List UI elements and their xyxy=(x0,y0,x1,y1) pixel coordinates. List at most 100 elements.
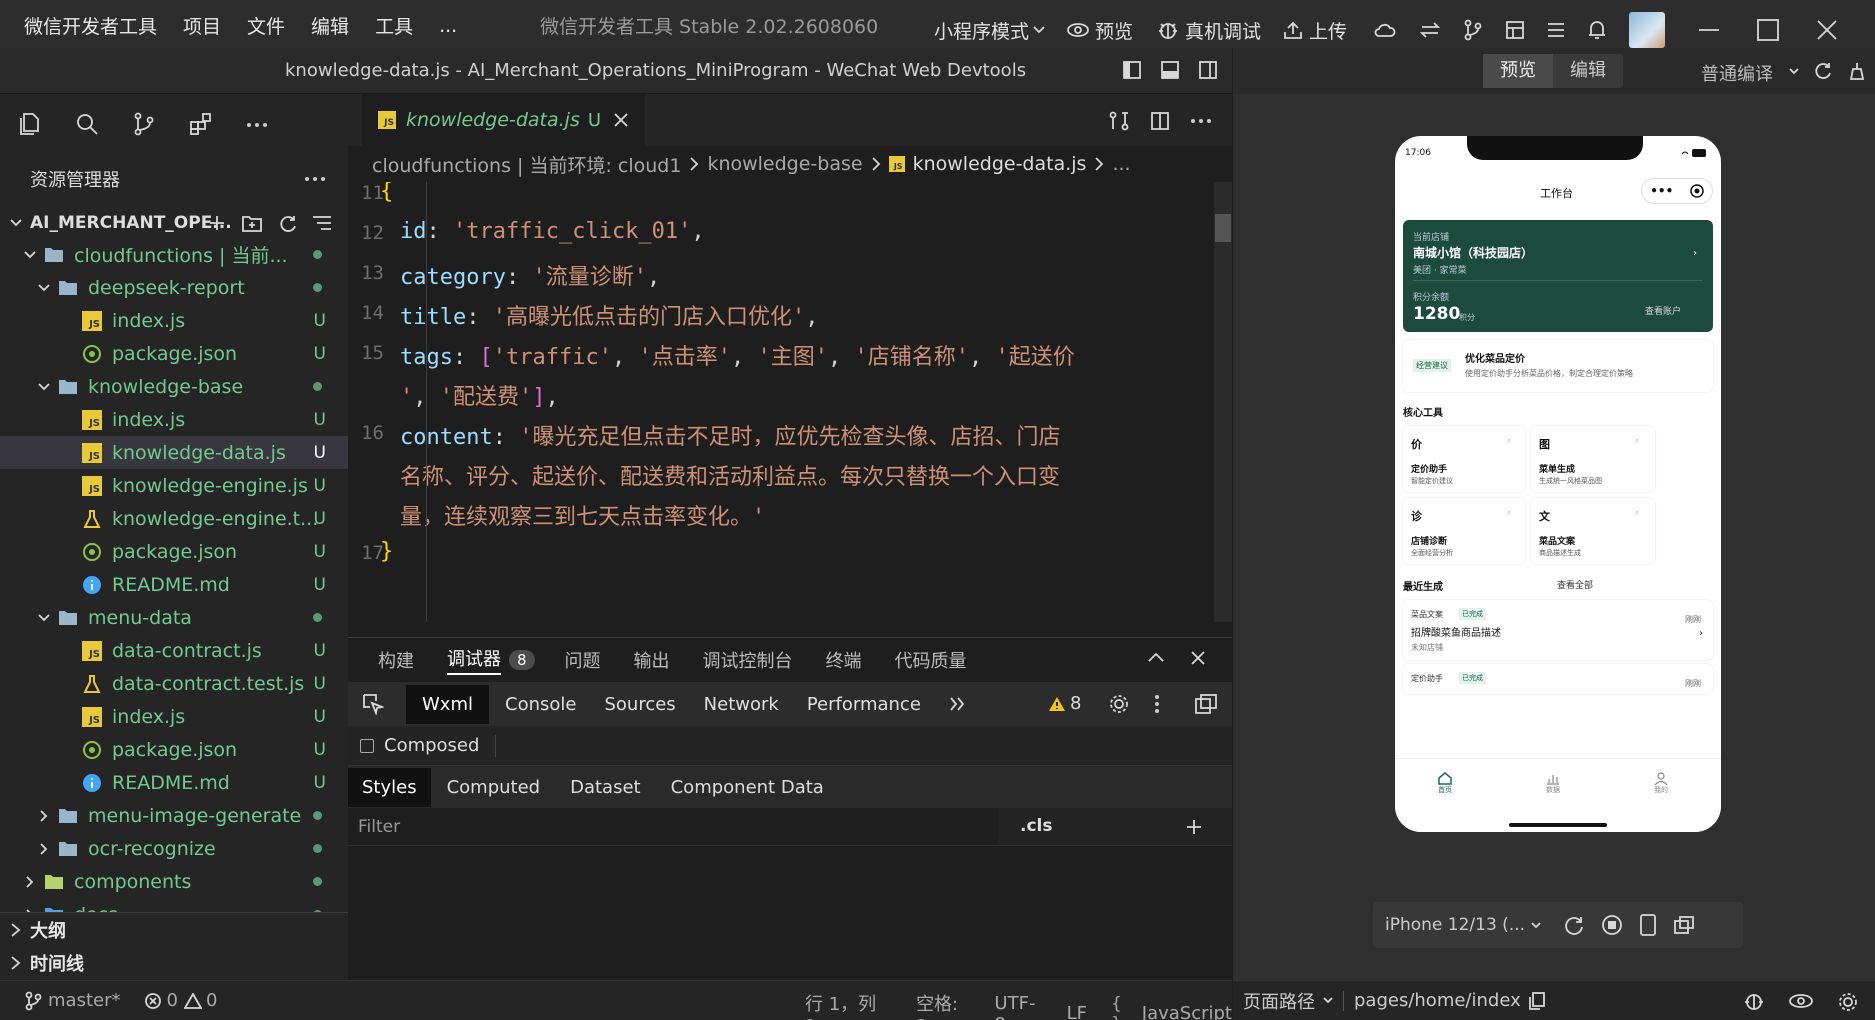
tree-item[interactable]: package.json U xyxy=(0,535,348,568)
panel-tab-debug-console[interactable]: 调试控制台 xyxy=(703,647,793,673)
bell-icon[interactable] xyxy=(1587,19,1607,41)
menu-more[interactable]: ... xyxy=(439,15,457,37)
toggle-simulator-icon[interactable] xyxy=(1198,60,1218,80)
inspect-element-icon[interactable] xyxy=(362,693,384,715)
tree-item[interactable]: package.json U xyxy=(0,337,348,370)
tool-card[interactable]: 诊 › 店铺诊断 全面经营分析 xyxy=(1403,498,1525,564)
filter-input[interactable]: Filter xyxy=(358,817,400,837)
tool-card[interactable]: 图 › 菜单生成 生成统一风格菜品图 xyxy=(1531,426,1655,492)
close-icon[interactable] xyxy=(1190,650,1206,666)
layout-icon[interactable] xyxy=(1505,20,1525,40)
panel-tab-code-quality[interactable]: 代码质量 xyxy=(895,647,967,673)
view-all-link[interactable]: 查看全部 xyxy=(1557,578,1593,591)
new-file-icon[interactable] xyxy=(208,214,226,232)
tree-item[interactable]: JS index.js U xyxy=(0,304,348,337)
tree-item[interactable]: cloudfunctions | 当前... xyxy=(0,238,348,271)
dataset-tab[interactable]: Dataset xyxy=(570,777,641,798)
close-circle-icon[interactable] xyxy=(1689,184,1704,198)
record-icon[interactable] xyxy=(1601,914,1623,936)
vertical-more-icon[interactable] xyxy=(1154,694,1160,714)
nav-home[interactable]: 首页 xyxy=(1425,771,1465,795)
tree-item[interactable]: data-contract.test.js U xyxy=(0,667,348,700)
breadcrumb-knowledge-base[interactable]: knowledge-base xyxy=(707,153,862,175)
recent-item[interactable]: 菜品文案 已完成 招牌酸菜鱼商品描述 未知店铺 刚刚 › xyxy=(1403,600,1713,660)
tree-item[interactable]: README.md U xyxy=(0,568,348,601)
tree-item[interactable]: ocr-recognize xyxy=(0,832,348,865)
gear-icon[interactable] xyxy=(1108,693,1130,715)
clear-cache-icon[interactable] xyxy=(1847,61,1867,81)
search-icon[interactable] xyxy=(75,112,99,136)
compare-changes-icon[interactable] xyxy=(1108,110,1130,132)
copy-icon[interactable] xyxy=(1528,991,1545,1010)
menu-edit[interactable]: 编辑 xyxy=(311,12,349,39)
tool-card[interactable]: 价 › 定价助手 智能定价建议 xyxy=(1403,426,1525,492)
avatar[interactable] xyxy=(1629,12,1666,48)
timeline-section[interactable]: 时间线 xyxy=(0,946,348,979)
tree-item[interactable]: README.md U xyxy=(0,766,348,799)
recent-item[interactable]: 定价助手 已完成 刚刚 xyxy=(1403,664,1713,694)
more-icon[interactable]: ••• xyxy=(1650,184,1673,198)
nav-mine[interactable]: 我的 xyxy=(1641,771,1681,795)
cursor-position[interactable]: 行 1，列 1 xyxy=(805,990,886,1020)
version-branch-icon[interactable] xyxy=(1463,19,1483,41)
explorer-icon[interactable] xyxy=(18,112,42,136)
page-path[interactable]: pages/home/index xyxy=(1354,990,1521,1011)
chevron-double-right-icon[interactable] xyxy=(949,697,965,711)
refresh-icon[interactable] xyxy=(1813,61,1833,81)
dock-icon[interactable] xyxy=(1194,693,1218,715)
more-icon[interactable] xyxy=(246,122,268,128)
view-account-link[interactable]: 查看账户 xyxy=(1645,304,1681,317)
devtools-tab-network[interactable]: Network xyxy=(704,694,779,715)
source-control-icon[interactable] xyxy=(132,112,156,136)
collapse-all-icon[interactable] xyxy=(312,214,332,232)
tree-item[interactable]: JS knowledge-data.js U xyxy=(0,436,348,469)
upload-button[interactable]: 上传 xyxy=(1309,17,1347,44)
indentation[interactable]: 空格: 2 xyxy=(916,990,970,1020)
devtools-tab-sources[interactable]: Sources xyxy=(604,694,675,715)
toggle-panel-icon[interactable] xyxy=(1160,60,1180,80)
rotate-icon[interactable] xyxy=(1563,914,1585,936)
close-icon[interactable] xyxy=(1817,20,1837,40)
breadcrumb-more[interactable]: ... xyxy=(1112,153,1130,175)
compile-mode-select[interactable]: 普通编译 xyxy=(1701,60,1773,86)
scrollbar-thumb[interactable] xyxy=(1215,214,1231,242)
capsule-menu[interactable]: ••• xyxy=(1641,178,1713,204)
devtools-tab-wxml[interactable]: Wxml xyxy=(406,684,489,724)
refresh-icon[interactable] xyxy=(278,214,298,234)
device-select[interactable]: iPhone 12/13 (... xyxy=(1385,915,1525,935)
panel-tab-output[interactable]: 输出 xyxy=(634,647,670,673)
sim-tab-edit[interactable]: 编辑 xyxy=(1553,54,1623,88)
warning-count[interactable]: 0 xyxy=(206,990,217,1011)
devtools-tab-performance[interactable]: Performance xyxy=(807,694,921,715)
gear-icon[interactable] xyxy=(1837,991,1859,1013)
breadcrumb-file[interactable]: knowledge-data.js xyxy=(913,153,1087,175)
composed-checkbox[interactable] xyxy=(360,738,374,753)
store-card[interactable]: 当前店铺 南城小馆（科技园店） 美团 · 家常菜 › 积分余额 1280 积分 … xyxy=(1403,220,1713,332)
breadcrumb-cloudfunctions[interactable]: cloudfunctions | 当前环境: cloud1 xyxy=(372,151,681,178)
extensions-icon[interactable] xyxy=(189,112,213,136)
sim-tab-preview[interactable]: 预览 xyxy=(1483,54,1553,88)
scrollbar[interactable] xyxy=(1214,182,1232,622)
page-path-label[interactable]: 页面路径 xyxy=(1243,988,1315,1014)
maximize-icon[interactable] xyxy=(1757,19,1779,41)
tree-item[interactable]: package.json U xyxy=(0,733,348,766)
styles-tab[interactable]: Styles xyxy=(348,767,431,807)
split-editor-icon[interactable] xyxy=(1150,111,1170,131)
encoding[interactable]: UTF-8 xyxy=(994,993,1042,1020)
computed-tab[interactable]: Computed xyxy=(447,777,541,798)
tree-item[interactable]: components xyxy=(0,865,348,898)
plus-icon[interactable] xyxy=(1186,819,1202,835)
git-branch[interactable]: master* xyxy=(48,990,120,1011)
bug-icon[interactable] xyxy=(1743,990,1765,1012)
mode-select[interactable]: 小程序模式 xyxy=(934,17,1029,44)
tree-item[interactable]: deepseek-report xyxy=(0,271,348,304)
tree-item[interactable]: knowledge-engine.t... U xyxy=(0,502,348,535)
menu-project[interactable]: 项目 xyxy=(183,12,221,39)
panel-tab-terminal[interactable]: 终端 xyxy=(826,647,862,673)
nav-data[interactable]: 数据 xyxy=(1533,771,1573,795)
cloud-icon[interactable] xyxy=(1373,20,1397,40)
error-count[interactable]: 0 xyxy=(166,990,177,1011)
devtools-tab-console[interactable]: Console xyxy=(505,694,576,715)
line-ending[interactable]: LF xyxy=(1067,1003,1087,1020)
tree-item[interactable]: docs xyxy=(0,898,348,912)
